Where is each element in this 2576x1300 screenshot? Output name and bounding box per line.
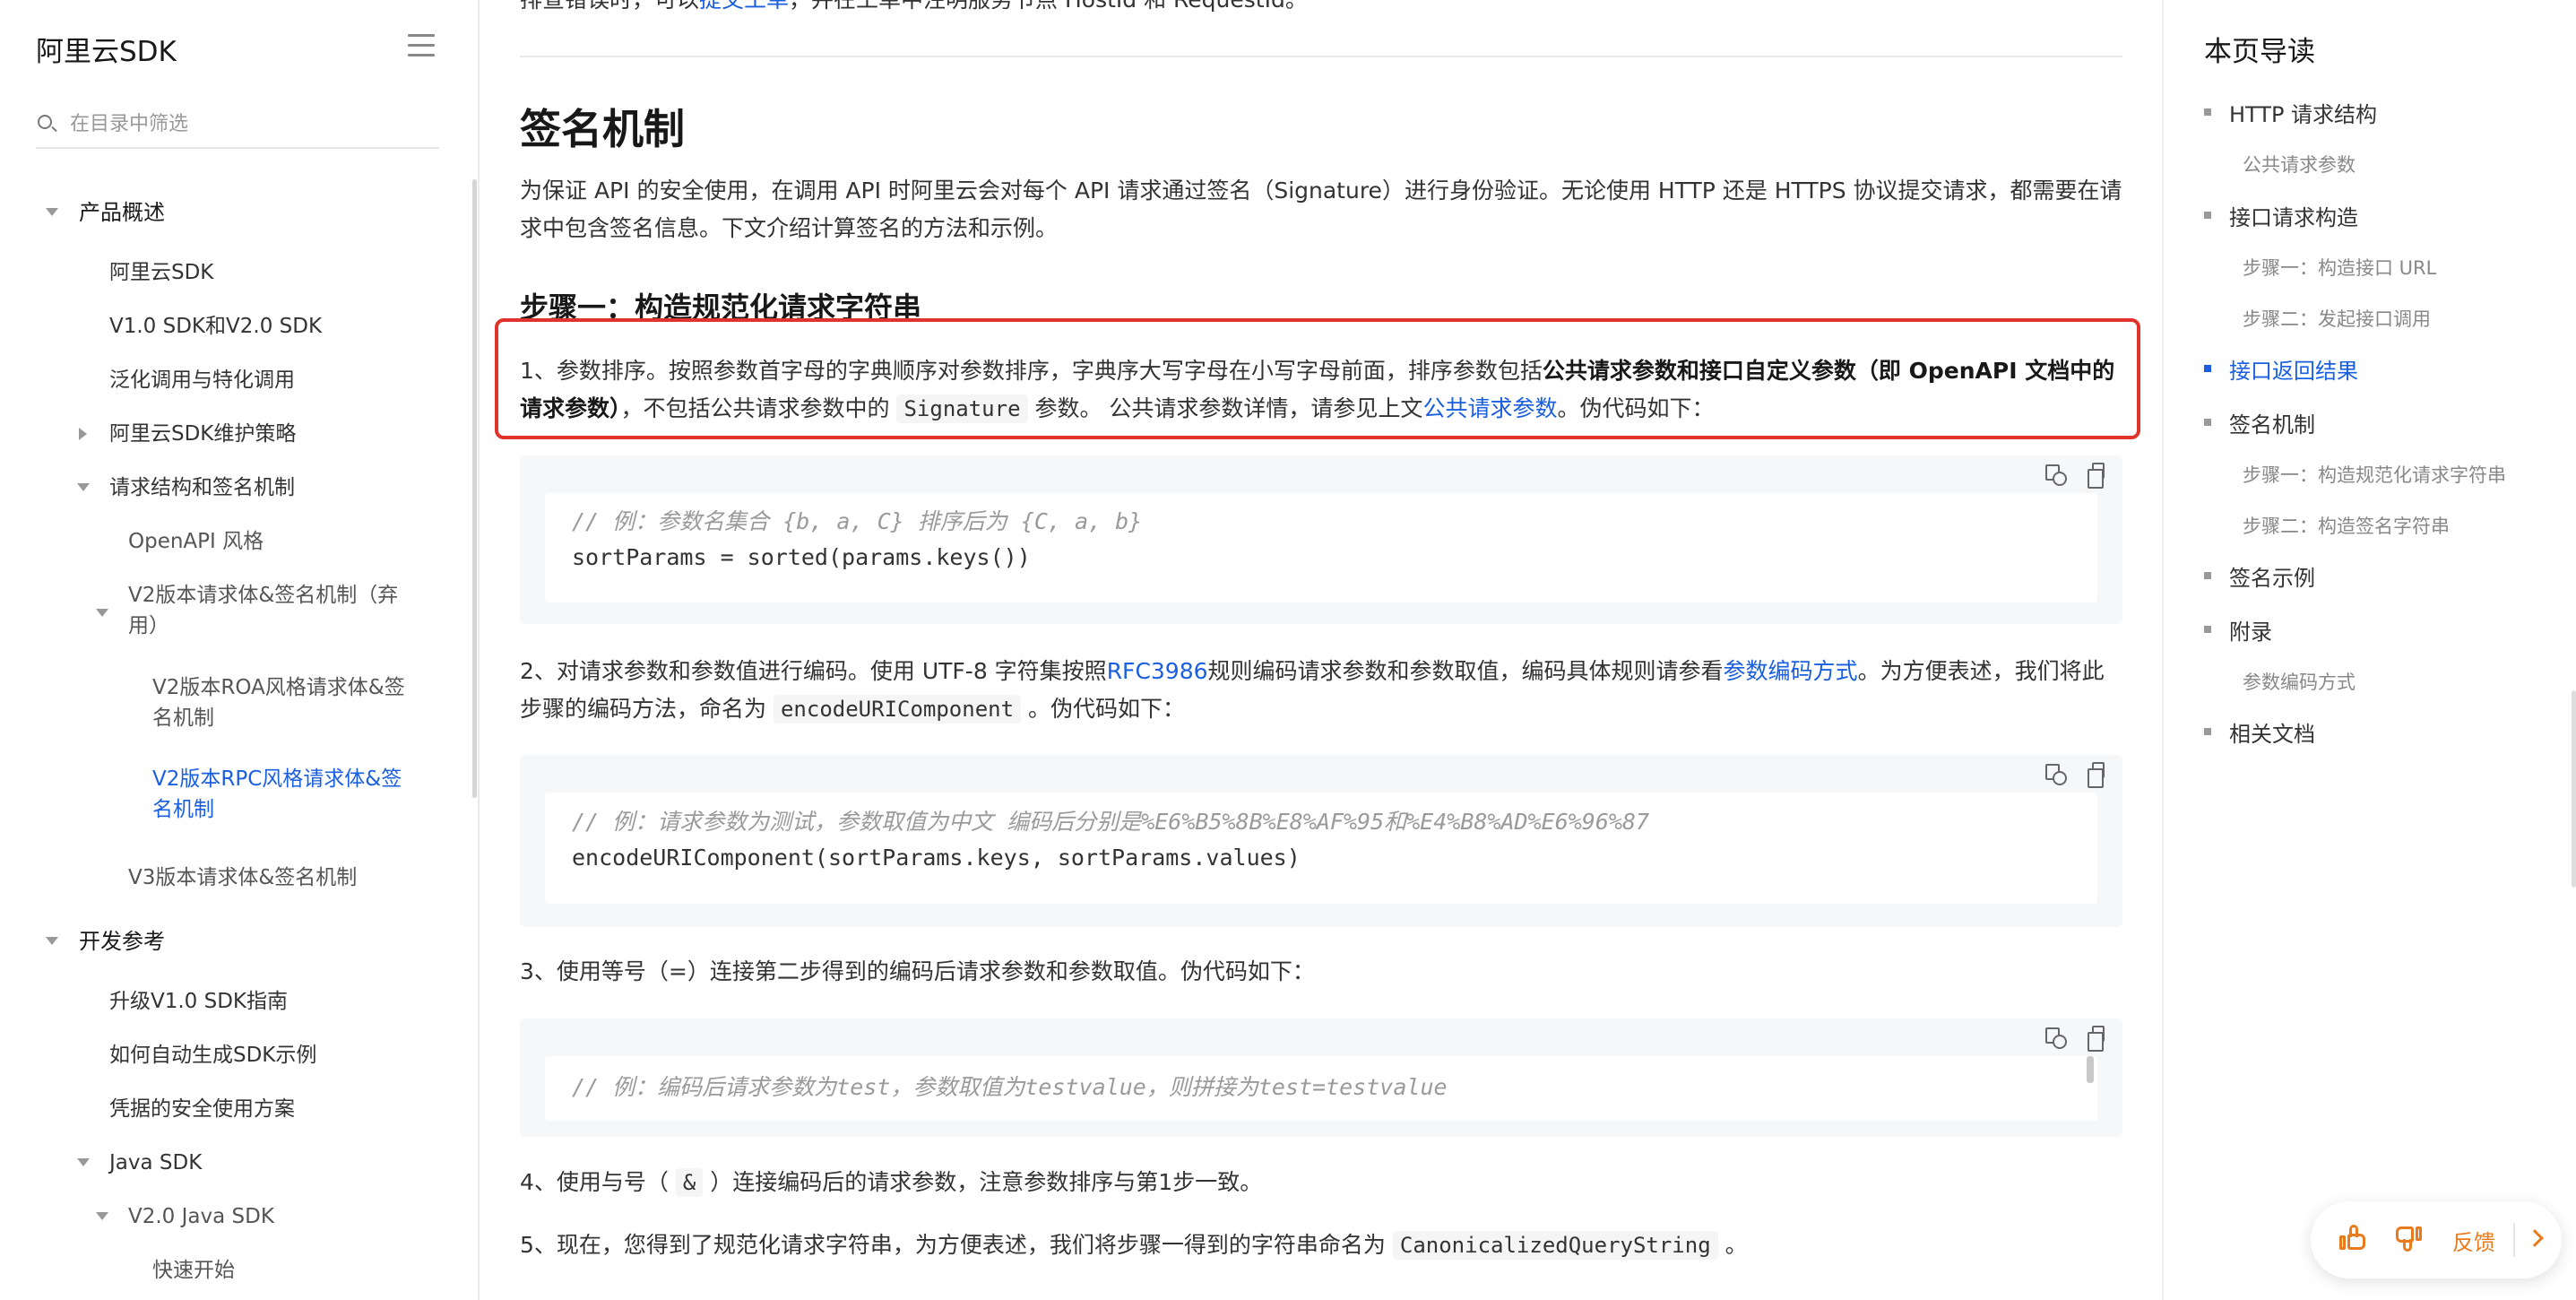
code-content: // 例：参数名集合 {b, a, C} 排序后为 {C, a, b} sort…: [572, 508, 1143, 570]
sidebar-item-credentials[interactable]: 凭据的安全使用方案: [109, 1094, 295, 1124]
chevron-down-icon[interactable]: [46, 208, 58, 216]
section-title: 签名机制: [520, 105, 685, 153]
copy-code-icon[interactable]: [2042, 461, 2067, 486]
chevron-down-icon[interactable]: [46, 937, 58, 945]
sidebar-item-openapi-style[interactable]: OpenAPI 风格: [128, 526, 264, 557]
step2-paragraph: 2、对请求参数和参数值进行编码。使用 UTF-8 字符集按照RFC3986规则编…: [520, 658, 2105, 724]
thumbs-up-icon[interactable]: [2339, 1225, 2372, 1257]
toc-item-param-encoding[interactable]: 参数编码方式: [2243, 668, 2356, 695]
toc-bullet: [2204, 572, 2211, 579]
toc-item-step2[interactable]: 步骤二：构造签名字符串: [2243, 512, 2450, 539]
toc-bullet: [2204, 212, 2211, 219]
sidebar-item-v2-deprecated[interactable]: V2版本请求体&签名机制（弃用）: [128, 580, 424, 641]
inline-code: Signature: [896, 394, 1028, 423]
toc-item-signature[interactable]: 签名机制: [2229, 407, 2315, 438]
copy-code-icon[interactable]: [2042, 1024, 2067, 1049]
inline-code: CanonicalizedQueryString: [1392, 1231, 1718, 1260]
toc-item-related-docs[interactable]: 相关文档: [2229, 716, 2315, 748]
step4-paragraph: 4、使用与号（ & ）连接编码后的请求参数，注意参数排序与第1步一致。: [520, 1168, 1263, 1197]
step3-paragraph: 3、使用等号（=）连接第二步得到的编码后请求参数和参数取值。伪代码如下：: [520, 958, 1315, 984]
toc-item-step1[interactable]: 步骤一：构造规范化请求字符串: [2243, 461, 2506, 488]
sidebar-item-generic-call[interactable]: 泛化调用与特化调用: [109, 365, 295, 395]
sidebar-item-v2-rpc[interactable]: V2版本RPC风格请求体&签名机制: [152, 764, 421, 825]
sidebar-item-request-signature[interactable]: 请求结构和签名机制: [109, 472, 295, 503]
sidebar-scrollbar[interactable]: [472, 179, 477, 798]
code-content: // 例：编码后请求参数为test，参数取值为testvalue，则拼接为tes…: [572, 1074, 1448, 1100]
code-block-3: // 例：编码后请求参数为test，参数取值为testvalue，则拼接为tes…: [520, 1018, 2122, 1137]
feedback-widget: 反馈: [2311, 1201, 2562, 1278]
feedback-divider: [2513, 1223, 2515, 1257]
sidebar-item-v2-roa[interactable]: V2版本ROA风格请求体&签名机制: [152, 672, 421, 733]
toc-title: 本页导读: [2204, 36, 2315, 68]
sidebar-item-sdk-versions[interactable]: V1.0 SDK和V2.0 SDK: [109, 311, 322, 342]
divider: [520, 56, 2122, 57]
sidebar-item-java-sdk[interactable]: Java SDK: [109, 1148, 202, 1178]
submit-ticket-link[interactable]: 提交工单: [699, 0, 789, 13]
sidebar-item-quick-start[interactable]: 快速开始: [152, 1255, 235, 1286]
toc-bullet: [2204, 419, 2211, 426]
thumbs-down-icon[interactable]: [2395, 1225, 2427, 1257]
sidebar-item-upgrade-guide[interactable]: 升级V1.0 SDK指南: [109, 986, 288, 1017]
search-icon: [38, 115, 52, 129]
chevron-down-icon[interactable]: [77, 1158, 90, 1166]
code-content: // 例：请求参数为测试，参数取值为中文 编码后分别是%E6%B5%8B%E8%…: [572, 809, 1650, 871]
code-block-2: // 例：请求参数为测试，参数取值为中文 编码后分别是%E6%B5%8B%E8%…: [520, 755, 2122, 927]
sidebar-item-maintenance[interactable]: 阿里云SDK维护策略: [109, 419, 296, 449]
sidebar-search: [36, 106, 439, 149]
toc-item-response[interactable]: 接口返回结果: [2229, 353, 2358, 385]
step5-paragraph: 5、现在，您得到了规范化请求字符串，为方便表述，我们将步骤一得到的字符串命名为 …: [520, 1231, 1748, 1260]
chevron-down-icon[interactable]: [77, 483, 90, 491]
toc-scrollbar[interactable]: [2572, 690, 2576, 888]
sidebar-item-v3[interactable]: V3版本请求体&签名机制: [128, 862, 357, 893]
sidebar-item-v2-java[interactable]: V2.0 Java SDK: [128, 1201, 274, 1232]
rfc3986-link[interactable]: RFC3986: [1107, 658, 1208, 684]
public-params-link[interactable]: 公共请求参数: [1422, 395, 1557, 421]
chevron-right-icon[interactable]: [79, 428, 87, 440]
toc-item-public-params[interactable]: 公共请求参数: [2243, 151, 2356, 178]
copy-icon[interactable]: [2087, 461, 2110, 489]
toc-item-signature-example[interactable]: 签名示例: [2229, 560, 2315, 592]
code-scrollbar[interactable]: [2087, 1056, 2094, 1083]
copy-code-icon[interactable]: [2042, 760, 2067, 785]
toc-bullet: [2204, 365, 2211, 372]
feedback-button[interactable]: 反馈: [2452, 1225, 2495, 1256]
code-tools: [2042, 755, 2122, 791]
sidebar-search-input[interactable]: [70, 109, 428, 138]
menu-icon[interactable]: [408, 34, 435, 57]
top-text: 排查错误时，可以提交工单，并在工单中注明服务节点 HostId 和 Reques…: [520, 0, 1308, 14]
sidebar-title[interactable]: 阿里云SDK: [36, 29, 177, 69]
code-tools: [2042, 455, 2122, 491]
chevron-down-icon[interactable]: [96, 1212, 108, 1220]
sidebar-item-product-overview[interactable]: 产品概述: [79, 197, 165, 228]
sidebar-item-dev-reference[interactable]: 开发参考: [79, 926, 165, 957]
sidebar-item-auto-generate[interactable]: 如何自动生成SDK示例: [109, 1040, 316, 1070]
toc-bullet: [2204, 108, 2211, 116]
toc-bullet: [2204, 728, 2211, 735]
intro-paragraph: 为保证 API 的安全使用，在调用 API 时阿里云会对每个 API 请求通过签…: [520, 178, 2122, 241]
toc-item-appendix[interactable]: 附录: [2229, 614, 2272, 646]
step1-paragraph: 1、参数排序。按照参数首字母的字典顺序对参数排序，字典序大写字母在小写字母前面，…: [520, 358, 2115, 423]
toc-item-http-structure[interactable]: HTTP 请求结构: [2229, 97, 2377, 128]
toc-bullet: [2204, 626, 2211, 633]
toc-item-build-url[interactable]: 步骤一：构造接口 URL: [2243, 254, 2436, 281]
chevron-down-icon[interactable]: [96, 609, 108, 617]
inline-code: encodeURIComponent: [773, 695, 1022, 724]
toc-item-request-build[interactable]: 接口请求构造: [2229, 200, 2358, 231]
inline-code: &: [675, 1168, 704, 1197]
param-encoding-link[interactable]: 参数编码方式: [1724, 658, 1858, 684]
code-tools: [2042, 1018, 2122, 1054]
toc-item-send-request[interactable]: 步骤二：发起接口调用: [2243, 305, 2431, 332]
sidebar: 阿里云SDK 产品概述 阿里云SDK V1.0 SDK和V2.0 SDK 泛化调…: [0, 0, 480, 1300]
toc: 本页导读 HTTP 请求结构 公共请求参数 接口请求构造 步骤一：构造接口 UR…: [2162, 0, 2576, 1300]
chevron-right-icon[interactable]: [2526, 1229, 2544, 1247]
main-content: 排查错误时，可以提交工单，并在工单中注明服务节点 HostId 和 Reques…: [495, 0, 2140, 1300]
code-block-1: // 例：参数名集合 {b, a, C} 排序后为 {C, a, b} sort…: [520, 455, 2122, 624]
copy-icon[interactable]: [2087, 1024, 2110, 1052]
sidebar-item-aliyun-sdk[interactable]: 阿里云SDK: [109, 257, 213, 288]
copy-icon[interactable]: [2087, 760, 2110, 788]
